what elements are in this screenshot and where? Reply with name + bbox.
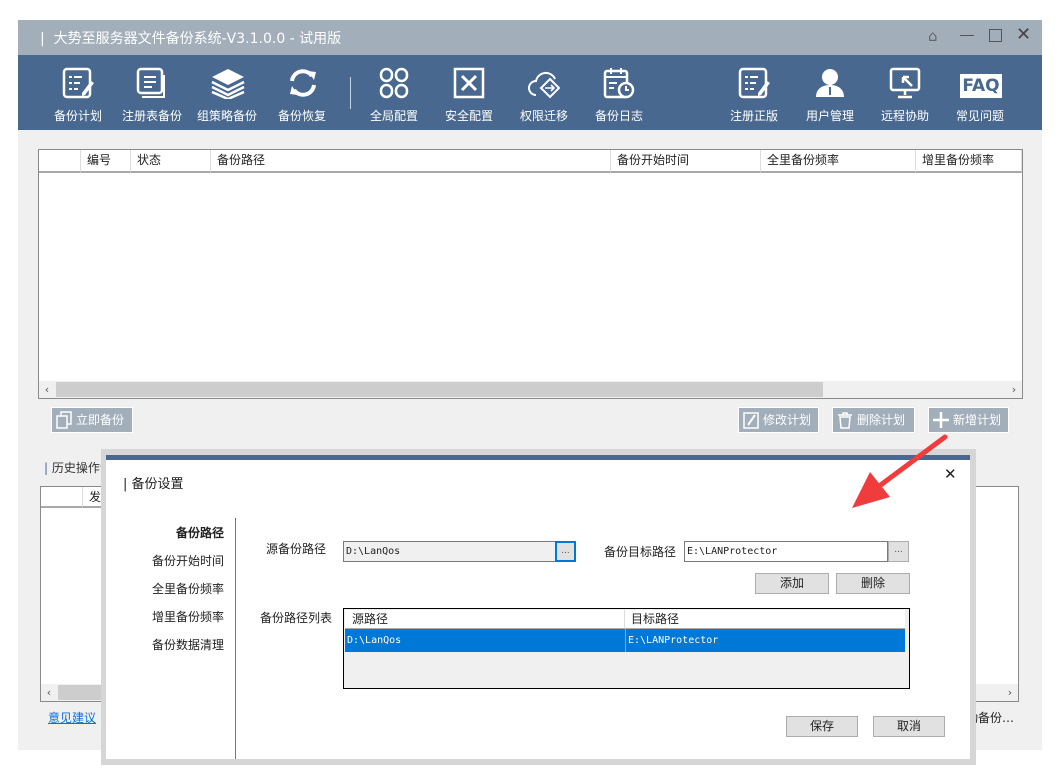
toolbar-restore[interactable]: 备份恢复 [265, 55, 339, 130]
registry-icon [136, 67, 165, 98]
toolbar-label: 安全配置 [444, 109, 493, 123]
toolbar-label: 用户管理 [805, 109, 854, 123]
toolbar-label: 备份计划 [53, 109, 102, 123]
path-list: 源路径 目标路径 D:\LanQos E:\LANProtector [343, 608, 910, 689]
calendar-clock-icon [603, 68, 635, 99]
toolbar-label: 远程协助 [880, 109, 929, 123]
toolbar-label: 注册表备份 [121, 109, 182, 123]
column-header-path[interactable]: 备份路径 [211, 150, 611, 173]
horizontal-scrollbar[interactable]: ‹ › [39, 381, 1022, 398]
nav-incremental-frequency[interactable]: 增里备份频率 [152, 608, 224, 625]
column-header-status[interactable]: 状态 [131, 150, 211, 173]
copy-icon [56, 411, 72, 429]
source-path-label: 源备份路径 [266, 542, 327, 556]
maximize-icon[interactable] [989, 29, 1002, 42]
toolbar-backup-log[interactable]: 备份日志 [582, 55, 656, 130]
target-browse-button[interactable]: ... [888, 541, 909, 562]
register-icon [738, 67, 770, 99]
source-browse-button[interactable]: ... [555, 541, 576, 562]
column-header-select[interactable] [41, 487, 83, 508]
nav-full-frequency[interactable]: 全里备份频率 [152, 580, 224, 597]
faq-icon: FAQ [960, 74, 1002, 98]
target-path-input[interactable]: E:\LANProtector [684, 541, 888, 562]
monitor-icon [889, 67, 921, 99]
cloud-migrate-icon [528, 71, 561, 99]
tools-icon [453, 67, 485, 99]
list-cell-source: D:\LanQos [347, 635, 402, 646]
list-header-source[interactable]: 源路径 [345, 610, 625, 629]
home-icon[interactable]: ⌂ [928, 27, 938, 45]
plan-edit-icon [62, 67, 94, 99]
toolbar-registry-backup[interactable]: 注册表备份 [115, 55, 189, 130]
list-header-target[interactable]: 目标路径 [625, 610, 905, 629]
nav-divider [235, 518, 236, 759]
window-title: | 大势至服务器文件备份系统-V3.1.0.0 - 试用版 [40, 31, 342, 47]
toolbar-faq[interactable]: FAQ 常见问题 [943, 55, 1017, 130]
delete-path-button[interactable]: 删除 [836, 573, 910, 594]
window-title-text: 大势至服务器文件备份系统-V3.1.0.0 - 试用版 [53, 31, 342, 47]
toolbar-security-config[interactable]: 安全配置 [432, 55, 506, 130]
edit-icon [743, 412, 759, 429]
title-bar: | 大势至服务器文件备份系统-V3.1.0.0 - 试用版 ⌂ ✕ [18, 20, 1042, 55]
toolbar-label: 全局配置 [369, 109, 418, 123]
column-header-select[interactable] [39, 150, 81, 173]
toolbar-label: 注册正版 [729, 109, 778, 123]
column-header-start-time[interactable]: 备份开始时间 [611, 150, 761, 173]
users-icon [816, 69, 844, 97]
target-path-label: 备份目标路径 [604, 545, 677, 559]
cancel-button[interactable]: 取消 [873, 716, 945, 737]
annotation-arrow-icon [852, 434, 948, 508]
scroll-right-arrow[interactable]: › [1002, 684, 1018, 701]
toolbar-user-management[interactable]: 用户管理 [793, 55, 867, 130]
grid-icon [379, 67, 409, 99]
nav-start-time[interactable]: 备份开始时间 [152, 552, 224, 569]
list-row[interactable]: D:\LanQos E:\LANProtector [345, 629, 905, 652]
toolbar-label: 组策略备份 [196, 109, 257, 123]
toolbar-register[interactable]: 注册正版 [717, 55, 791, 130]
column-header-id[interactable]: 编号 [81, 150, 131, 173]
edit-plan-button[interactable]: 修改计划 [738, 407, 819, 433]
column-header-incr-freq[interactable]: 增里备份频率 [916, 150, 1022, 173]
toolbar-label: 备份恢复 [277, 109, 326, 123]
path-list-label: 备份路径列表 [260, 611, 333, 625]
plan-table: 编号 状态 备份路径 备份开始时间 全里备份频率 增里备份频率 ‹ › [38, 149, 1023, 399]
toolbar-label: 备份日志 [594, 109, 643, 123]
toolbar-label: 权限迁移 [519, 109, 568, 123]
column-header-full-freq[interactable]: 全里备份频率 [761, 150, 916, 173]
feedback-link[interactable]: 意见建议 [48, 709, 96, 726]
toolbar-gpo-backup[interactable]: 组策略备份 [190, 55, 264, 130]
edit-plan-label: 修改计划 [763, 413, 812, 427]
scrollbar-thumb[interactable] [56, 382, 823, 397]
nav-data-cleanup[interactable]: 备份数据清理 [152, 636, 224, 653]
scroll-left-arrow[interactable]: ‹ [41, 684, 57, 701]
add-path-button[interactable]: 添加 [755, 573, 829, 594]
toolbar-separator [350, 77, 351, 109]
toolbar-backup-plan[interactable]: 备份计划 [41, 55, 115, 130]
toolbar-permission-migrate[interactable]: 权限迁移 [507, 55, 581, 130]
add-plan-label: 新增计划 [953, 413, 1002, 427]
minimize-icon[interactable] [960, 35, 974, 36]
dialog-title: | 备份设置 [123, 477, 184, 492]
backup-now-button[interactable]: 立即备份 [51, 407, 133, 433]
scroll-right-arrow[interactable]: › [1006, 381, 1022, 398]
toolbar-global-config[interactable]: 全局配置 [357, 55, 431, 130]
source-path-input[interactable]: D:\LanQos [343, 541, 556, 562]
toolbar: 备份计划 注册表备份 组策略备份 备份恢复 全局配置 安全配置 权限迁移 备份日… [18, 55, 1042, 130]
toolbar-label: 常见问题 [955, 109, 1004, 123]
nav-backup-path[interactable]: 备份路径 [176, 524, 224, 541]
toolbar-remote-assist[interactable]: 远程协助 [868, 55, 942, 130]
layers-icon [211, 69, 245, 99]
dialog-title-text: 备份设置 [131, 477, 184, 492]
save-button[interactable]: 保存 [786, 716, 858, 737]
list-cell-target: E:\LANProtector [625, 629, 718, 652]
refresh-icon [290, 69, 316, 97]
scroll-left-arrow[interactable]: ‹ [39, 381, 55, 398]
close-icon[interactable]: ✕ [1016, 24, 1031, 45]
backup-now-label: 立即备份 [76, 413, 125, 427]
